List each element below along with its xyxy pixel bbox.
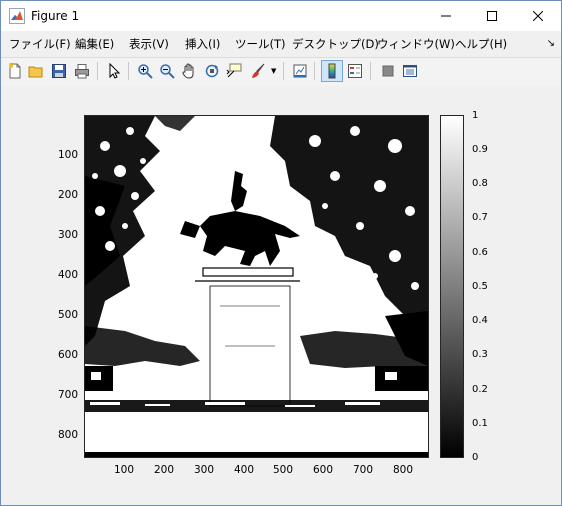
zoom-out-icon	[160, 64, 175, 79]
show-plot-tools-icon	[403, 65, 417, 77]
toolbar-separator	[128, 62, 129, 80]
y-tick-label: 400	[57, 269, 78, 281]
open-file-button[interactable]	[25, 60, 47, 82]
colorbar-tick-label: 0.9	[472, 144, 488, 155]
y-tick-label: 800	[57, 429, 78, 441]
menu-edit[interactable]: 編集(E)	[75, 36, 114, 52]
x-tick-label: 800	[392, 464, 414, 476]
legend-button[interactable]	[344, 60, 366, 82]
legend-icon	[348, 64, 362, 78]
x-tick-label: 300	[193, 464, 215, 476]
x-tick-label: 500	[272, 464, 294, 476]
link-plot-button[interactable]	[289, 60, 311, 82]
menu-view[interactable]: 表示(V)	[129, 36, 169, 52]
zoom-in-icon	[138, 64, 153, 79]
new-figure-icon	[9, 63, 21, 79]
data-cursor-icon	[226, 63, 242, 78]
maximize-icon	[487, 11, 497, 21]
close-button[interactable]	[515, 1, 561, 31]
image-axes[interactable]	[84, 115, 429, 458]
rotate-3d-icon	[205, 64, 219, 78]
figure-toolbar: ▼	[1, 57, 561, 87]
save-button[interactable]	[48, 60, 70, 82]
show-plot-tools-button[interactable]	[399, 60, 421, 82]
print-icon	[75, 64, 89, 79]
print-button[interactable]	[71, 60, 93, 82]
hide-plot-tools-icon	[382, 65, 394, 77]
x-tick-label: 400	[233, 464, 255, 476]
y-tick-label: 300	[57, 229, 78, 241]
brush-icon	[252, 63, 265, 78]
zoom-out-button[interactable]	[156, 60, 178, 82]
y-tick-label: 600	[57, 349, 78, 361]
x-tick-label: 600	[312, 464, 334, 476]
x-tick-label: 200	[153, 464, 175, 476]
title-bar[interactable]: Figure 1	[1, 1, 561, 31]
colorbar-tick-label: 0.2	[472, 384, 488, 395]
toolbar-separator	[283, 62, 284, 80]
colorbar-tick-label: 0	[472, 452, 479, 463]
menu-file[interactable]: ファイル(F)	[9, 36, 71, 52]
edit-plot-button[interactable]	[103, 60, 125, 82]
hide-plot-tools-button[interactable]	[377, 60, 399, 82]
colorbar-tick-label: 1	[472, 110, 479, 121]
x-tick-label: 100	[113, 464, 135, 476]
matlab-icon	[9, 8, 25, 24]
brush-dropdown-icon[interactable]: ▼	[271, 67, 276, 75]
link-plot-icon	[293, 64, 307, 78]
close-icon	[533, 11, 543, 21]
y-tick-label: 700	[57, 389, 78, 401]
menu-overflow-icon[interactable]: ↘	[547, 38, 555, 49]
maximize-button[interactable]	[469, 1, 515, 31]
menu-window[interactable]: ウィンドウ(W)	[377, 36, 455, 52]
colorbar-tick-label: 0.5	[472, 281, 488, 292]
binary-image	[85, 116, 428, 457]
colorbar-tick-label: 0.6	[472, 247, 488, 258]
y-tick-label: 500	[57, 309, 78, 321]
menu-desktop[interactable]: デスクトップ(D)	[292, 36, 379, 52]
toolbar-separator	[97, 62, 98, 80]
window-title: Figure 1	[31, 9, 80, 23]
save-icon	[52, 64, 66, 78]
open-file-icon	[28, 66, 43, 78]
edit-plot-icon	[109, 63, 121, 79]
pan-icon	[182, 63, 194, 79]
colorbar-tick-label: 0.4	[472, 315, 488, 326]
menu-help[interactable]: ヘルプ(H)	[455, 36, 507, 52]
pan-button[interactable]	[178, 60, 200, 82]
zoom-in-button[interactable]	[134, 60, 156, 82]
colorbar-tick-label: 0.3	[472, 349, 488, 360]
brush-button[interactable]	[247, 60, 269, 82]
colorbar-tick-label: 0.8	[472, 178, 488, 189]
minimize-button[interactable]	[423, 1, 469, 31]
colorbar-button[interactable]	[321, 60, 343, 82]
new-figure-button[interactable]	[4, 60, 26, 82]
x-tick-label: 700	[352, 464, 374, 476]
rotate-3d-button[interactable]	[201, 60, 223, 82]
menu-bar: ファイル(F) 編集(E) 表示(V) 挿入(I) ツール(T) デスクトップ(…	[1, 32, 561, 57]
toolbar-separator	[314, 62, 315, 80]
colorbar-tick-label: 0.1	[472, 418, 488, 429]
colorbar[interactable]	[440, 115, 464, 458]
y-tick-label: 100	[57, 149, 78, 161]
minimize-icon	[441, 15, 451, 17]
data-cursor-button[interactable]	[223, 60, 245, 82]
menu-tools[interactable]: ツール(T)	[235, 36, 286, 52]
menu-insert[interactable]: 挿入(I)	[185, 36, 220, 52]
colorbar-icon	[328, 63, 336, 79]
colorbar-tick-label: 0.7	[472, 212, 488, 223]
toolbar-separator	[370, 62, 371, 80]
y-tick-label: 200	[57, 189, 78, 201]
